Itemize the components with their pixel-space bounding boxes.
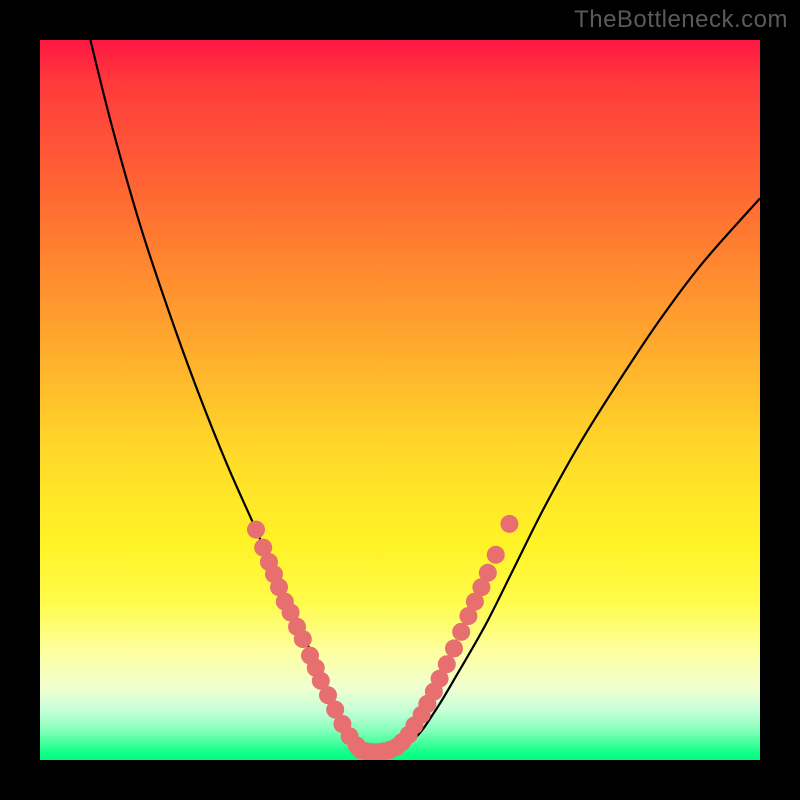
- data-point: [294, 630, 312, 648]
- data-point: [487, 546, 505, 564]
- data-point: [438, 655, 456, 673]
- chart-svg: [40, 40, 760, 760]
- data-point: [445, 639, 463, 657]
- watermark-text: TheBottleneck.com: [574, 6, 788, 34]
- data-point: [247, 521, 265, 539]
- data-point: [452, 623, 470, 641]
- data-point: [479, 564, 497, 582]
- data-point: [500, 515, 518, 533]
- plot-area: [40, 40, 760, 760]
- bottleneck-curve: [90, 40, 760, 755]
